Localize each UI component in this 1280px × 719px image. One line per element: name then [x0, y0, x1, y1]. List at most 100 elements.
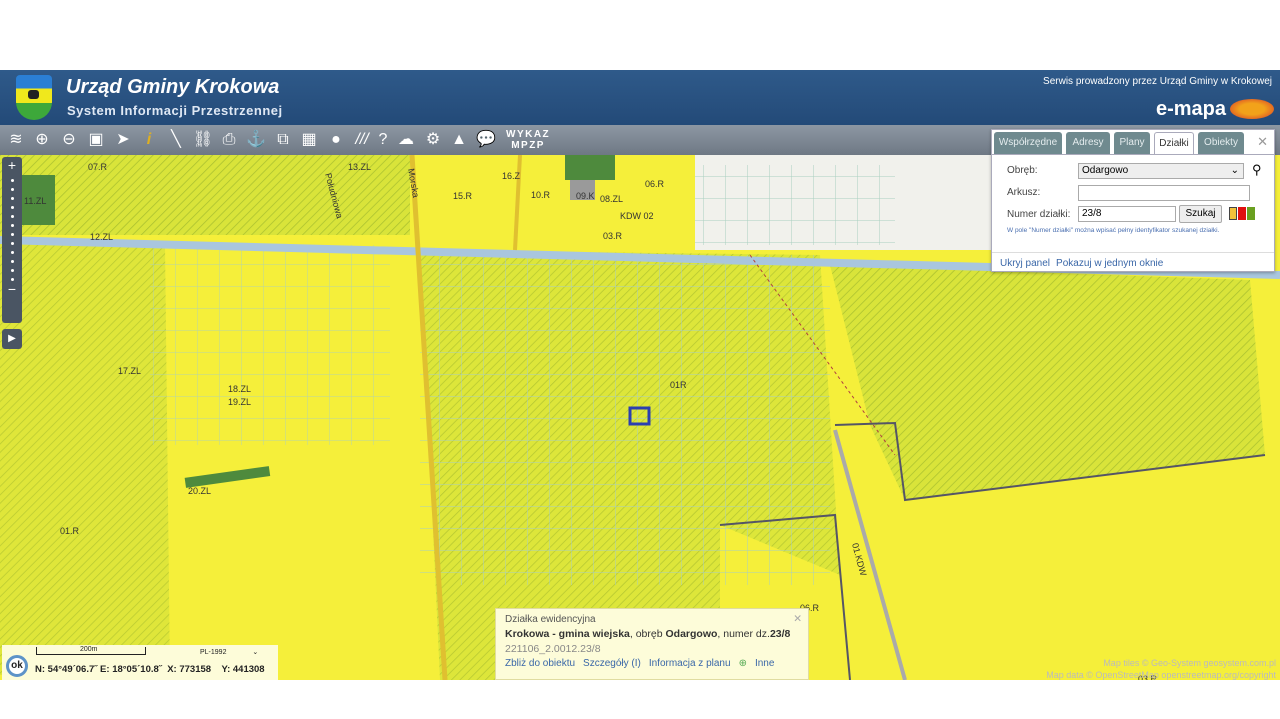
- cloud-download-icon[interactable]: ☁: [395, 129, 417, 151]
- street-view-icon[interactable]: ⚓: [245, 129, 267, 151]
- zoom-out-icon[interactable]: ⊖: [58, 129, 80, 151]
- numer-dzialki-input[interactable]: 23/8: [1078, 206, 1176, 222]
- map-label: 07.R: [88, 162, 108, 172]
- color-swatch-yellow[interactable]: [1229, 207, 1237, 220]
- close-icon[interactable]: ✕: [793, 613, 802, 625]
- expand-panel-button[interactable]: ▶: [2, 329, 22, 349]
- warning-icon[interactable]: ▲: [448, 129, 470, 151]
- numer-label: Numer działki:: [1007, 209, 1071, 220]
- print-icon[interactable]: ⎙: [218, 129, 240, 151]
- map-label: 08.ZL: [600, 194, 623, 204]
- map-label: 03.R: [603, 231, 623, 241]
- hide-panel-link[interactable]: Ukryj panel: [1000, 258, 1050, 269]
- single-window-link[interactable]: Pokazuj w jednym oknie: [1056, 258, 1163, 269]
- zone-20zl: [184, 466, 271, 488]
- search-panel: Współrzędne Adresy Plany Działki Obiekty…: [991, 129, 1275, 272]
- settings-icon[interactable]: ⚙: [422, 129, 444, 151]
- obreb-select[interactable]: Odargowo ⌄: [1078, 163, 1244, 179]
- map-label: 11.ZL: [24, 196, 46, 206]
- layout-icon[interactable]: ▦: [298, 129, 320, 151]
- mpzp-label: MPZP: [511, 140, 545, 151]
- geosystem-logo: [1230, 99, 1274, 119]
- user-chat-icon[interactable]: 💬: [475, 129, 497, 151]
- app-title: Urząd Gminy Krokowa: [66, 76, 280, 98]
- link-icon[interactable]: ⛓: [192, 129, 214, 151]
- tab-obiekty[interactable]: Obiekty: [1198, 132, 1244, 154]
- map-label: 20.ZL: [188, 486, 211, 496]
- hatch-icon[interactable]: ///: [351, 129, 373, 151]
- measure-line-icon[interactable]: ╲: [165, 129, 187, 151]
- parcel-info-popup: ✕ Działka ewidencyjna Krokowa - gmina wi…: [495, 608, 809, 680]
- gmina-name: Krokowa - gmina wiejska: [505, 628, 630, 640]
- zone-forest-left: [0, 235, 170, 675]
- map-label: 17.ZL: [118, 366, 141, 376]
- tab-adresy[interactable]: Adresy: [1066, 132, 1110, 154]
- szukaj-button[interactable]: Szukaj: [1179, 205, 1222, 223]
- parcel-grid-left: [150, 245, 390, 445]
- map-label: 06.R: [645, 179, 665, 189]
- map-label: 15.R: [453, 191, 473, 201]
- obreb-name: Odargowo: [665, 628, 718, 640]
- select-arrow-icon[interactable]: ➤: [112, 129, 134, 151]
- wykaz-label: WYKAZ: [506, 129, 551, 140]
- emapa-brand: e-mapa: [1155, 98, 1226, 120]
- other-link[interactable]: Inne: [755, 658, 774, 669]
- map-label: 12.ZL: [90, 232, 113, 242]
- zoom-in-button[interactable]: +: [2, 157, 22, 173]
- service-note: Serwis prowadzony przez Urząd Gminy w Kr…: [1043, 76, 1272, 87]
- parcel-identifier: 221106_2.0012.23/8: [505, 643, 601, 655]
- layers-icon[interactable]: ≋: [5, 129, 27, 151]
- tab-plany[interactable]: Plany: [1114, 132, 1150, 154]
- chevron-down-icon: ⌄: [252, 649, 259, 656]
- numer-prefix: , numer dz.: [717, 628, 770, 640]
- plan-info-link[interactable]: Informacja z planu: [649, 658, 731, 669]
- arkusz-label: Arkusz:: [1007, 187, 1041, 198]
- plus-circle-icon[interactable]: ⊕: [739, 658, 747, 669]
- arkusz-input[interactable]: [1078, 185, 1250, 201]
- municipality-crest-logo: [16, 75, 52, 120]
- parcel-grid-urban: [695, 165, 895, 245]
- ok-button[interactable]: ok: [6, 655, 28, 677]
- map-label: 01.R: [60, 526, 80, 536]
- map-label: 09.K: [576, 191, 595, 201]
- attribution-tiles: Map tiles © Geo-System geosystem.com.pl: [1103, 658, 1276, 668]
- obreb-label: Obręb:: [1007, 165, 1038, 176]
- map-label: 18.ZL: [228, 384, 251, 394]
- comment-icon[interactable]: ●: [325, 129, 347, 151]
- parcel-grid-center: [420, 255, 830, 585]
- overlay-icon[interactable]: ⧉: [272, 129, 294, 151]
- map-attribution: Map tiles © Geo-System geosystem.com.pl M…: [1046, 657, 1276, 681]
- attribution-data: Map data © OpenStreetMap openstreetmap.o…: [1046, 670, 1276, 680]
- close-icon[interactable]: ✕: [1257, 134, 1268, 150]
- wykaz-mpzp-button[interactable]: WYKAZ MPZP: [506, 129, 550, 151]
- help-icon[interactable]: ?: [372, 129, 394, 151]
- zone-forest-right: [830, 265, 1265, 500]
- color-swatch-green[interactable]: [1247, 207, 1255, 220]
- obreb-prefix: , obręb: [629, 628, 666, 640]
- zone-08zl: [565, 155, 615, 180]
- map-label: 01R: [670, 380, 687, 390]
- coordinates-readout: N: 54°49´06.7˝ E: 18°05´10.8˝ X: 773158 …: [35, 664, 265, 675]
- app-subtitle: System Informacji Przestrzennej: [67, 103, 283, 118]
- tab-dzialki[interactable]: Działki: [1154, 132, 1194, 154]
- info-icon[interactable]: i: [138, 129, 160, 151]
- zoom-in-icon[interactable]: ⊕: [31, 129, 53, 151]
- map-label: 16.Z: [502, 171, 521, 181]
- zoom-to-object-link[interactable]: Zbliż do obiektu: [505, 658, 575, 669]
- details-link[interactable]: Szczegóły (I): [583, 658, 641, 669]
- road-north: [513, 155, 522, 251]
- map-label: 19.ZL: [228, 397, 251, 407]
- zoom-out-button[interactable]: −: [2, 281, 22, 297]
- chevron-down-icon: ⌄: [1230, 165, 1239, 176]
- map-label: 13.ZL: [348, 162, 371, 172]
- parcel-description: Krokowa - gmina wiejska, obręb Odargowo,…: [505, 628, 799, 640]
- tab-wspolrzedne[interactable]: Współrzędne: [994, 132, 1062, 154]
- parcel-number: 23/8: [769, 628, 791, 640]
- app-header: Urząd Gminy Krokowa System Informacji Pr…: [0, 70, 1280, 125]
- full-extent-icon[interactable]: ▣: [85, 129, 107, 151]
- popup-title: Działka ewidencyjna: [505, 614, 596, 625]
- zoom-slider[interactable]: + −: [2, 157, 22, 323]
- crs-select[interactable]: PL-1992 ⌄: [200, 648, 258, 656]
- search-icon[interactable]: ⚲: [1252, 162, 1262, 178]
- color-swatch-red[interactable]: [1238, 207, 1246, 220]
